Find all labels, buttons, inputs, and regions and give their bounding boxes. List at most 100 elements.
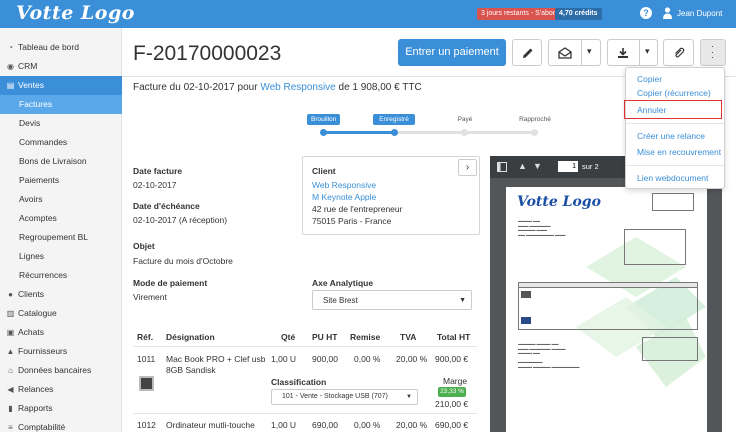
- sidebar-item-regroupement-bl[interactable]: Regroupement BL: [0, 228, 122, 247]
- row1-designation-line1: Mac Book PRO + Clef usb: [166, 354, 266, 364]
- sidebar-item-label: Lignes: [19, 251, 45, 261]
- download-button[interactable]: ▾: [607, 39, 658, 66]
- sidebar-item-label: Bons de Livraison: [19, 156, 87, 166]
- subtitle-amount: de 1 908,00 € TTC: [338, 82, 422, 93]
- row1-ref-link[interactable]: 1011: [137, 354, 155, 364]
- pdf-page-input[interactable]: 1: [558, 161, 578, 172]
- sidebar-item-fournisseurs[interactable]: ▲ Fournisseurs: [0, 342, 122, 361]
- chevron-down-icon: ▼: [406, 394, 412, 400]
- sidebar-item-factures[interactable]: Factures: [0, 95, 122, 114]
- status-label-rapproche[interactable]: Rapproché: [514, 114, 556, 125]
- sidebar-item-catalogue[interactable]: ▥ Catalogue: [0, 304, 122, 323]
- client-open-button[interactable]: ›: [458, 159, 477, 176]
- row2-total: 690,00 €: [435, 420, 469, 430]
- download-icon: [618, 48, 628, 58]
- client-name-link[interactable]: Web Responsive: [312, 180, 376, 190]
- pdf-viewer[interactable]: ▲ ▼ 1 sur 2 Votte Logo ▬▬▬▬ ▬▬ ▬▬▬ ▬▬▬▬▬▬…: [490, 156, 722, 432]
- sidebar-item-clients[interactable]: ● Clients: [0, 285, 122, 304]
- sidebar-item-label: Paiements: [19, 175, 60, 185]
- sidebar-item-devis[interactable]: Devis: [0, 114, 122, 133]
- menu-item-creer-relance[interactable]: Créer une relance: [637, 131, 705, 141]
- menu-item-lien-webdocument[interactable]: Lien webdocument: [637, 173, 708, 183]
- sidebar-item-lignes[interactable]: Lignes: [0, 247, 122, 266]
- sidebar-item-label: Catalogue: [18, 308, 57, 318]
- user-icon[interactable]: [663, 7, 672, 19]
- user-name[interactable]: Jean Dupont: [677, 9, 722, 18]
- subtitle-prefix: Facture du 02-10-2017 pour: [133, 82, 258, 93]
- button-separator: [639, 40, 640, 65]
- row1-classification-label: Classification: [271, 377, 327, 387]
- sidebar-item-crm[interactable]: ◉ CRM: [0, 57, 122, 76]
- sidebar-item-relances[interactable]: ◀ Relances: [0, 380, 122, 399]
- sidebar-item-recurrences[interactable]: Récurrences: [0, 266, 122, 285]
- row1-designation-line2: 8GB Sandisk: [166, 365, 216, 375]
- sidebar-item-avoirs[interactable]: Avoirs: [0, 190, 122, 209]
- envelope-icon: [558, 47, 572, 59]
- arrow-down-icon[interactable]: ▼: [533, 161, 542, 171]
- sidebar-item-label: Ventes: [18, 80, 44, 90]
- payment-mode-value: Virement: [133, 292, 167, 302]
- menu-item-mise-en-recouvrement[interactable]: Mise en recouvrement: [637, 147, 721, 157]
- sidebar-item-commandes[interactable]: Commandes: [0, 133, 122, 152]
- status-dot-paye: [461, 129, 468, 136]
- menu-separator: [626, 165, 724, 166]
- help-icon[interactable]: ?: [640, 7, 652, 19]
- bag-icon: ▣: [6, 328, 15, 337]
- object-value: Facture du mois d'Octobre: [133, 256, 233, 266]
- sidebar-item-label: Relances: [18, 384, 54, 394]
- status-label-brouillon[interactable]: Brouillon: [307, 114, 340, 125]
- sidebar: ◔ Tableau de bord ◉ CRM ▤ Ventes Facture…: [0, 28, 122, 432]
- client-contact-link[interactable]: M Keynote Apple: [312, 192, 376, 202]
- more-actions-button[interactable]: · · ·: [700, 39, 726, 66]
- pencil-icon: [523, 48, 533, 58]
- pdf-page-count: sur 2: [582, 162, 599, 171]
- arrow-up-icon[interactable]: ▲: [518, 161, 527, 171]
- status-label-paye[interactable]: Payé: [452, 114, 478, 125]
- row1-classification-select[interactable]: 101 - Vente - Stockage USB (707) ▼: [271, 389, 418, 405]
- analytic-axis-value: Site Brest: [323, 296, 358, 305]
- col-pu-ht: PU HT: [312, 332, 338, 342]
- edit-button[interactable]: [512, 39, 542, 66]
- payment-mode-label: Mode de paiement: [133, 278, 208, 288]
- status-progress-done: [323, 131, 394, 134]
- menu-item-copier[interactable]: Copier: [637, 74, 662, 84]
- analytic-axis-select[interactable]: Site Brest ▼: [312, 290, 472, 310]
- sidebar-item-label: Rapports: [18, 403, 53, 413]
- subtitle-client-link[interactable]: Web Responsive: [260, 82, 335, 93]
- sidebar-item-donnees-bancaires[interactable]: ⌂ Données bancaires: [0, 361, 122, 380]
- sidebar-item-ventes[interactable]: ▤ Ventes: [0, 76, 122, 95]
- annuler-highlight-frame: [624, 100, 722, 119]
- status-label-enregistre[interactable]: Enregistré: [373, 114, 415, 125]
- pdf-client-address-box: [624, 229, 686, 265]
- sidebar-item-label: Devis: [19, 118, 41, 128]
- status-dot-brouillon: [320, 129, 327, 136]
- dashboard-icon: ◔: [8, 43, 13, 52]
- sidebar-item-label: Factures: [19, 99, 53, 109]
- sidebar-item-comptabilite[interactable]: ≡ Comptabilité: [0, 418, 122, 432]
- sidebar-item-acomptes[interactable]: Acomptes: [0, 209, 122, 228]
- chevron-down-icon[interactable]: ▾: [645, 46, 650, 57]
- sidebar-item-paiements[interactable]: Paiements: [0, 171, 122, 190]
- cart-icon: ▤: [6, 81, 15, 90]
- row2-ref-link[interactable]: 1012: [137, 420, 156, 430]
- credits-badge[interactable]: 4,70 crédits: [555, 8, 602, 20]
- enter-payment-button[interactable]: Entrer un paiement: [398, 39, 506, 66]
- menu-item-copier-recurrence[interactable]: Copier (récurrence): [637, 88, 711, 98]
- sidebar-item-dashboard[interactable]: ◔ Tableau de bord: [0, 38, 122, 57]
- pdf-document-logo: Votte Logo: [517, 194, 601, 210]
- supplier-icon: ▲: [6, 347, 15, 356]
- sidebar-item-rapports[interactable]: ▮ Rapports: [0, 399, 122, 418]
- due-date-label: Date d'échéance: [133, 201, 200, 211]
- app-logo[interactable]: Votte Logo: [16, 2, 135, 24]
- sidebar-item-bons-de-livraison[interactable]: Bons de Livraison: [0, 152, 122, 171]
- button-separator: [581, 40, 582, 65]
- bank-icon: ⌂: [8, 366, 13, 375]
- sidebar-toggle-icon[interactable]: [497, 162, 507, 172]
- row1-tva: 20,00 %: [396, 354, 428, 364]
- chevron-down-icon[interactable]: ▾: [587, 46, 592, 57]
- row2-tva: 20,00 %: [396, 420, 428, 430]
- send-button[interactable]: ▾: [548, 39, 601, 66]
- attachment-button[interactable]: [663, 39, 694, 66]
- sidebar-item-achats[interactable]: ▣ Achats: [0, 323, 122, 342]
- pdf-page: Votte Logo ▬▬▬▬ ▬▬ ▬▬▬ ▬▬▬▬▬▬ ▬▬▬▬▬ ▬▬▬ ▬▬ …: [506, 187, 707, 432]
